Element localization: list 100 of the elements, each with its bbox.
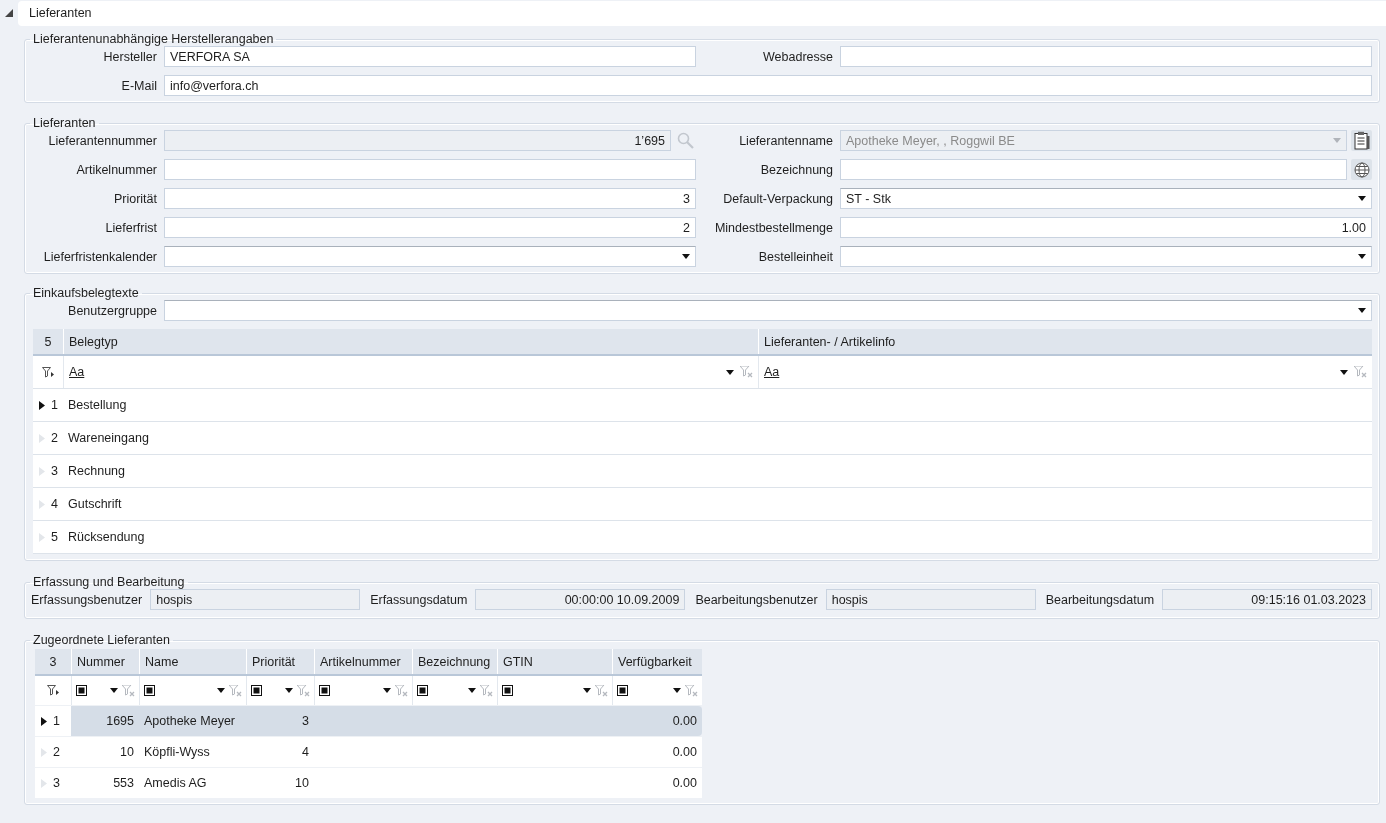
field-label: Lieferfrist — [104, 220, 157, 235]
table-cell-text: Bestellung — [67, 398, 128, 412]
caret-icon[interactable] — [468, 688, 476, 693]
caret-icon[interactable] — [673, 688, 681, 693]
section-title: Zugeordnete Lieferanten — [32, 633, 171, 647]
table-cell-text: Wareneingang — [67, 431, 150, 445]
field-label: Artikelnummer — [75, 162, 157, 177]
column-header[interactable]: Nummer — [71, 649, 139, 674]
filter-operator[interactable]: Aa — [69, 365, 85, 379]
input-field[interactable] — [840, 46, 1372, 67]
caret-icon[interactable] — [726, 369, 734, 375]
expand-icon[interactable] — [39, 400, 45, 410]
dropdown-field[interactable] — [840, 246, 1372, 267]
table-cell-text: 4 — [301, 745, 310, 759]
caret-icon[interactable] — [1358, 196, 1366, 201]
field-label: Erfassungsdatum — [369, 592, 468, 607]
row-number: 2 — [53, 745, 60, 759]
caret-icon[interactable] — [1358, 254, 1366, 259]
filter-operator-icon[interactable] — [76, 685, 87, 696]
row-count: 3 — [48, 653, 58, 671]
row-number: 3 — [53, 776, 60, 790]
filter-operator-icon[interactable] — [617, 685, 628, 696]
column-header[interactable]: Name — [139, 649, 246, 674]
dropdown-field: Apotheke Meyer, , Roggwil BE — [840, 130, 1347, 151]
collapse-icon[interactable] — [5, 9, 13, 17]
field-label: E-Mail — [120, 78, 157, 93]
field-label: Bezeichnung — [759, 162, 833, 177]
caret-icon[interactable] — [583, 688, 591, 693]
table-row[interactable]: 1 1695 Apotheke Meyer 3 0.00 — [35, 705, 702, 736]
dropdown-field[interactable]: ST - Stk — [840, 188, 1372, 209]
table-cell-text: 0.00 — [671, 745, 698, 759]
filter-operator-icon[interactable] — [417, 685, 428, 696]
caret-icon[interactable] — [1340, 369, 1348, 375]
clipboard-button[interactable] — [1351, 130, 1372, 151]
field-label: Bearbeitungsbenutzer — [694, 592, 818, 607]
column-header[interactable]: Lieferanten- / Artikelinfo — [758, 329, 1372, 354]
field-label: Erfassungsbenutzer — [30, 592, 143, 607]
section-title: Erfassung und Bearbeitung — [32, 575, 186, 589]
input-field[interactable] — [164, 159, 696, 180]
column-header[interactable]: Verfügbarkeit — [612, 649, 702, 674]
column-header[interactable]: Belegtyp — [63, 329, 758, 354]
filter-operator-icon[interactable] — [144, 685, 155, 696]
field-label: Lieferantennummer — [47, 133, 157, 148]
panel-header[interactable]: Lieferanten — [18, 0, 1386, 26]
table-cell-text: Rücksendung — [67, 530, 146, 544]
table-row[interactable]: 3 553 Amedis AG 10 0.00 — [35, 767, 702, 798]
input-field[interactable] — [840, 159, 1347, 180]
input-field[interactable]: 2 — [164, 217, 696, 238]
row-number: 1 — [51, 398, 58, 412]
table-cell-text: Apotheke Meyer — [143, 714, 237, 728]
table-cell-text: 1695 — [105, 714, 135, 728]
caret-icon[interactable] — [285, 688, 293, 693]
table-cell-text: 3 — [301, 714, 310, 728]
caret-icon[interactable] — [110, 688, 118, 693]
filter-icon[interactable] — [46, 685, 60, 696]
input-field[interactable]: info@verfora.ch — [164, 75, 1372, 96]
column-header[interactable]: Bezeichnung — [412, 649, 497, 674]
field-label: Hersteller — [102, 49, 157, 64]
table-cell-text: Köpfli-Wyss — [143, 745, 211, 759]
input-field: 1’695 — [164, 130, 671, 151]
caret-icon[interactable] — [217, 688, 225, 693]
column-header[interactable]: Priorität — [246, 649, 314, 674]
section-title: Lieferanten — [32, 116, 97, 130]
globe-button[interactable] — [1351, 159, 1372, 180]
field-label: Mindestbestellmenge — [713, 220, 833, 235]
input-field[interactable]: VERFORA SA — [164, 46, 696, 67]
field-label: Lieferfristenkalender — [42, 249, 157, 264]
table-cell-text: 0.00 — [671, 776, 698, 790]
table-cell-text: Amedis AG — [143, 776, 208, 790]
filter-operator-icon[interactable] — [319, 685, 330, 696]
field-label: Default-Verpackung — [722, 191, 833, 206]
caret-icon[interactable] — [682, 254, 690, 259]
table-cell-text: 10 — [119, 745, 135, 759]
filter-icon[interactable] — [41, 366, 55, 378]
caret-icon[interactable] — [383, 688, 391, 693]
row-number: 4 — [51, 497, 58, 511]
column-header[interactable]: Artikelnummer — [314, 649, 412, 674]
input-field: 00:00:00 10.09.2009 — [475, 589, 686, 610]
dropdown-field[interactable] — [164, 300, 1372, 321]
filter-operator[interactable]: Aa — [764, 365, 780, 379]
table-row[interactable]: 2 10 Köpfli-Wyss 4 0.00 — [35, 736, 702, 767]
row-number: 3 — [51, 464, 58, 478]
section-title: Einkaufsbelegtexte — [32, 286, 140, 300]
row-number: 5 — [51, 530, 58, 544]
field-label: Lieferantenname — [738, 133, 833, 148]
field-label: Priorität — [112, 191, 157, 206]
row-count: 5 — [43, 333, 53, 351]
table-cell-text: 553 — [112, 776, 135, 790]
table-cell-text: 10 — [294, 776, 310, 790]
input-field[interactable]: 3 — [164, 188, 696, 209]
column-header[interactable]: GTIN — [497, 649, 612, 674]
field-label: Webadresse — [762, 49, 833, 64]
field-label: Bestelleinheit — [757, 249, 833, 264]
dropdown-field[interactable] — [164, 246, 696, 267]
input-field[interactable]: 1.00 — [840, 217, 1372, 238]
expand-icon[interactable] — [41, 716, 47, 726]
filter-operator-icon[interactable] — [502, 685, 513, 696]
filter-operator-icon[interactable] — [251, 685, 262, 696]
field-label: Bearbeitungsdatum — [1044, 592, 1155, 607]
caret-icon[interactable] — [1358, 308, 1366, 313]
